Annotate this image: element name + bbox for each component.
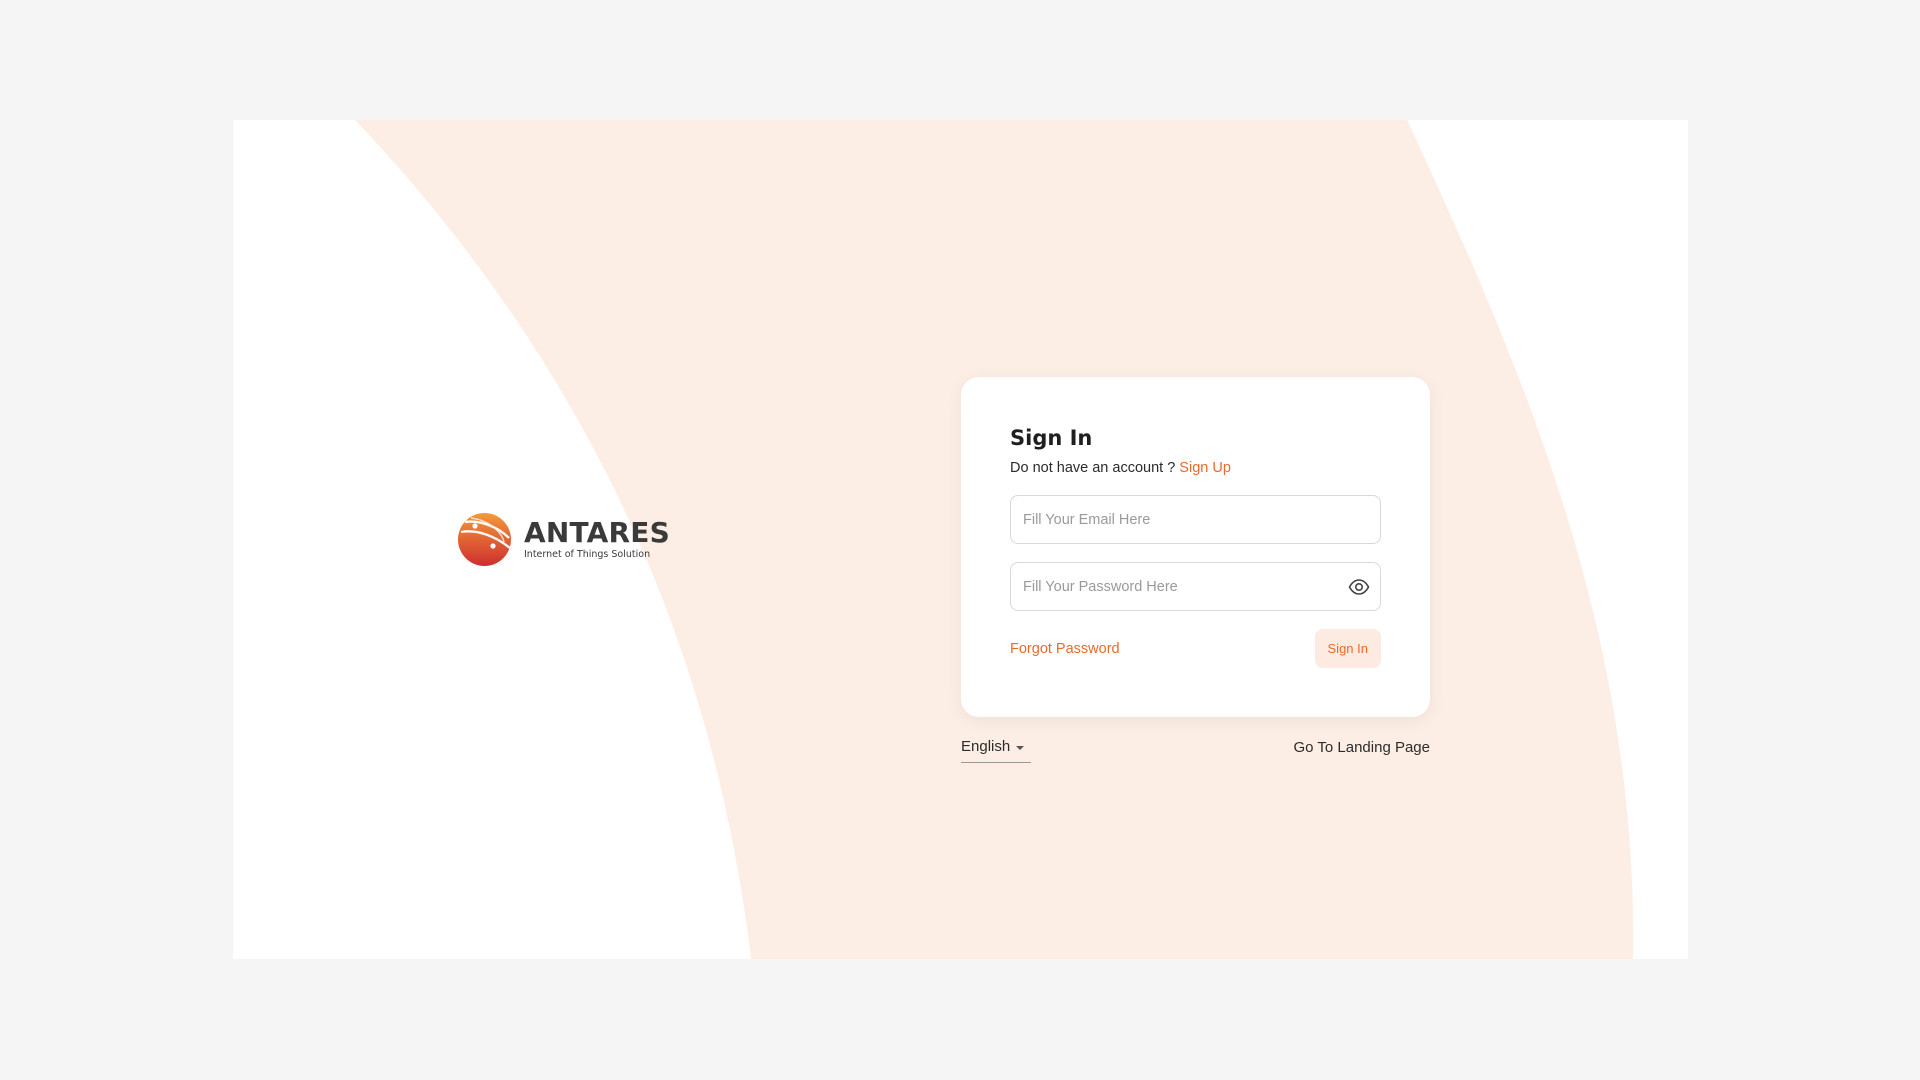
signin-card: Sign In Do not have an account ? Sign Up… — [961, 377, 1430, 717]
signup-prompt: Do not have an account ? Sign Up — [1010, 460, 1381, 477]
globe-logo-icon — [458, 513, 511, 566]
email-field — [1010, 495, 1381, 545]
landing-page-link[interactable]: Go To Landing Page — [1293, 739, 1430, 756]
brand-logo: ANTARES Internet of Things Solution — [457, 512, 670, 567]
brand-name: ANTARES — [524, 516, 670, 550]
language-select[interactable]: English — [961, 738, 1031, 763]
no-account-text: Do not have an account ? — [1010, 460, 1176, 477]
language-label: English — [961, 738, 1011, 755]
password-field — [1010, 562, 1381, 612]
email-input[interactable] — [1011, 511, 1380, 528]
signin-button[interactable]: Sign In — [1314, 629, 1381, 669]
signup-link[interactable]: Sign Up — [1179, 460, 1231, 476]
forgot-password-link[interactable]: Forgot Password — [1010, 641, 1120, 657]
login-page: ANTARES Internet of Things Solution Sign… — [233, 120, 1688, 959]
brand-tagline: Internet of Things Solution — [524, 549, 651, 561]
caret-down-icon — [1016, 746, 1025, 750]
signin-actions: Forgot Password Sign In — [1010, 629, 1381, 669]
eye-icon[interactable] — [1348, 577, 1370, 597]
signin-title: Sign In — [1010, 426, 1093, 450]
password-input[interactable] — [1011, 578, 1380, 595]
